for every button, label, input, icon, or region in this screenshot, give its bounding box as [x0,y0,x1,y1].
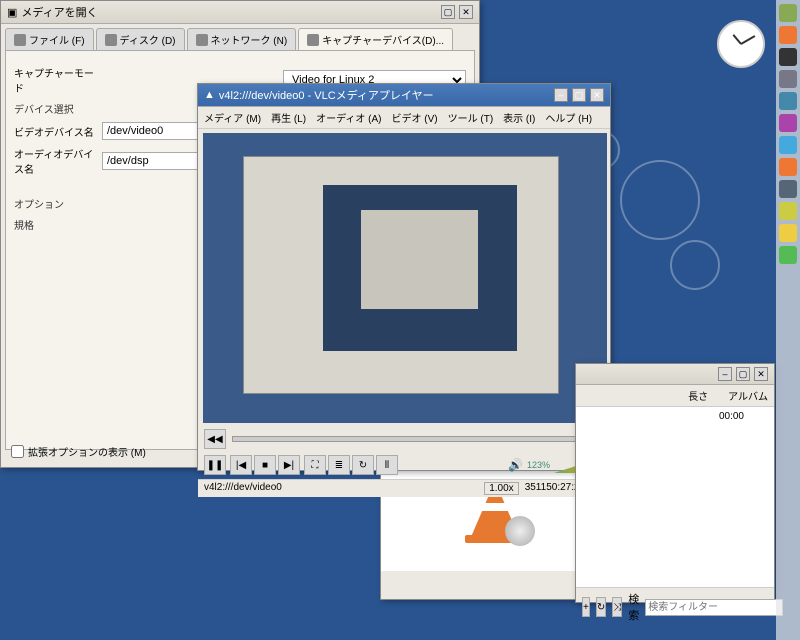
menu-tools[interactable]: ツール (T) [448,110,494,125]
equalizer-button[interactable]: ⫴ [376,455,398,475]
network-icon [196,34,208,46]
playlist-titlebar[interactable]: – ▢ ✕ [576,364,774,385]
volume-percent: 123% [527,460,550,470]
dock-monitor-icon[interactable] [779,180,797,198]
video-area[interactable] [203,133,607,423]
dock-display-icon[interactable] [779,92,797,110]
shuffle-button[interactable]: ⤨ [612,597,622,617]
menu-video[interactable]: ビデオ (V) [392,110,438,125]
menu-media[interactable]: メディア (M) [204,110,261,125]
playlist-body[interactable]: 00:00 [576,407,774,587]
dock-video-icon[interactable] [779,114,797,132]
maximize-button[interactable]: ▢ [441,5,455,19]
menu-playback[interactable]: 再生 (L) [271,110,306,125]
file-icon [14,34,26,46]
mute-icon[interactable]: 🔊 [508,458,523,472]
menu-help[interactable]: ヘルプ (H) [545,110,592,125]
status-path: v4l2:///dev/video0 [204,482,282,495]
dock-vlc-icon[interactable] [779,158,797,176]
tab-capture[interactable]: キャプチャーデバイス(D)... [298,28,453,50]
capture-mode-label: キャプチャーモード [14,65,94,95]
list-item[interactable]: 00:00 [576,407,774,426]
search-input[interactable] [645,599,783,616]
tab-disc[interactable]: ディスク (D) [96,28,185,50]
col-length: 長さ [688,388,708,403]
audio-device-label: オーディオデバイス名 [14,146,94,176]
vlc-titlebar[interactable]: ▲ v4l2:///dev/video0 - VLCメディアプレイヤー – ▢ … [198,84,610,107]
video-device-label: ビデオデバイス名 [14,124,94,139]
loop-button[interactable]: ↻ [596,597,606,617]
menu-audio[interactable]: オーディオ (A) [316,110,381,125]
close-button[interactable]: ✕ [459,5,473,19]
playlist-button[interactable]: ≣ [328,455,350,475]
minimize-button[interactable]: – [718,367,732,381]
prev-button[interactable]: |◀ [230,455,252,475]
dock [776,0,800,640]
search-label: 検索 [628,591,639,623]
extra-options-label: 拡張オプションの表示 (M) [28,444,146,459]
dock-globe-icon[interactable] [779,136,797,154]
playlist-window: – ▢ ✕ 長さ アルバム 00:00 + ↻ ⤨ 検索 [575,363,775,603]
desktop-clock [717,20,765,68]
vlc-app-icon: ▲ [204,89,215,101]
dock-gears-icon[interactable] [779,70,797,88]
disc-icon [105,34,117,46]
add-button[interactable]: + [582,597,590,617]
vlc-title: v4l2:///dev/video0 - VLCメディアプレイヤー [219,87,434,103]
loop-button[interactable]: ↻ [352,455,374,475]
extra-options-checkbox[interactable] [11,445,24,458]
close-button[interactable]: ✕ [590,88,604,102]
menu-view[interactable]: 表示 (I) [503,110,535,125]
close-button[interactable]: ✕ [754,367,768,381]
open-media-title: メディアを開く [21,4,97,20]
prev-chapter-button[interactable]: ◀◀ [204,429,226,449]
playback-speed: 1.00x [484,482,518,495]
vlc-player-window: ▲ v4l2:///dev/video0 - VLCメディアプレイヤー – ▢ … [197,83,611,471]
maximize-button[interactable]: ▢ [736,367,750,381]
tab-file[interactable]: ファイル (F) [5,28,94,50]
dock-recycle-icon[interactable] [779,246,797,264]
maximize-button[interactable]: ▢ [572,88,586,102]
capture-icon [307,34,319,46]
dock-terminal-icon[interactable] [779,48,797,66]
dock-star-icon[interactable] [779,202,797,220]
dock-home-icon[interactable] [779,4,797,22]
open-media-titlebar[interactable]: ▣ メディアを開く ▢ ✕ [1,1,479,24]
floppy-icon: ▣ [7,6,17,19]
pause-button[interactable]: ❚❚ [204,455,226,475]
tab-network[interactable]: ネットワーク (N) [187,28,297,50]
stop-button[interactable]: ■ [254,455,276,475]
col-album: アルバム [728,388,768,403]
vlc-menubar: メディア (M) 再生 (L) オーディオ (A) ビデオ (V) ツール (T… [198,107,610,129]
fullscreen-button[interactable]: ⛶ [304,455,326,475]
dock-firefox-icon[interactable] [779,26,797,44]
seek-bar[interactable] [232,436,576,442]
next-button[interactable]: ▶| [278,455,300,475]
dock-warn-icon[interactable] [779,224,797,242]
minimize-button[interactable]: – [554,88,568,102]
